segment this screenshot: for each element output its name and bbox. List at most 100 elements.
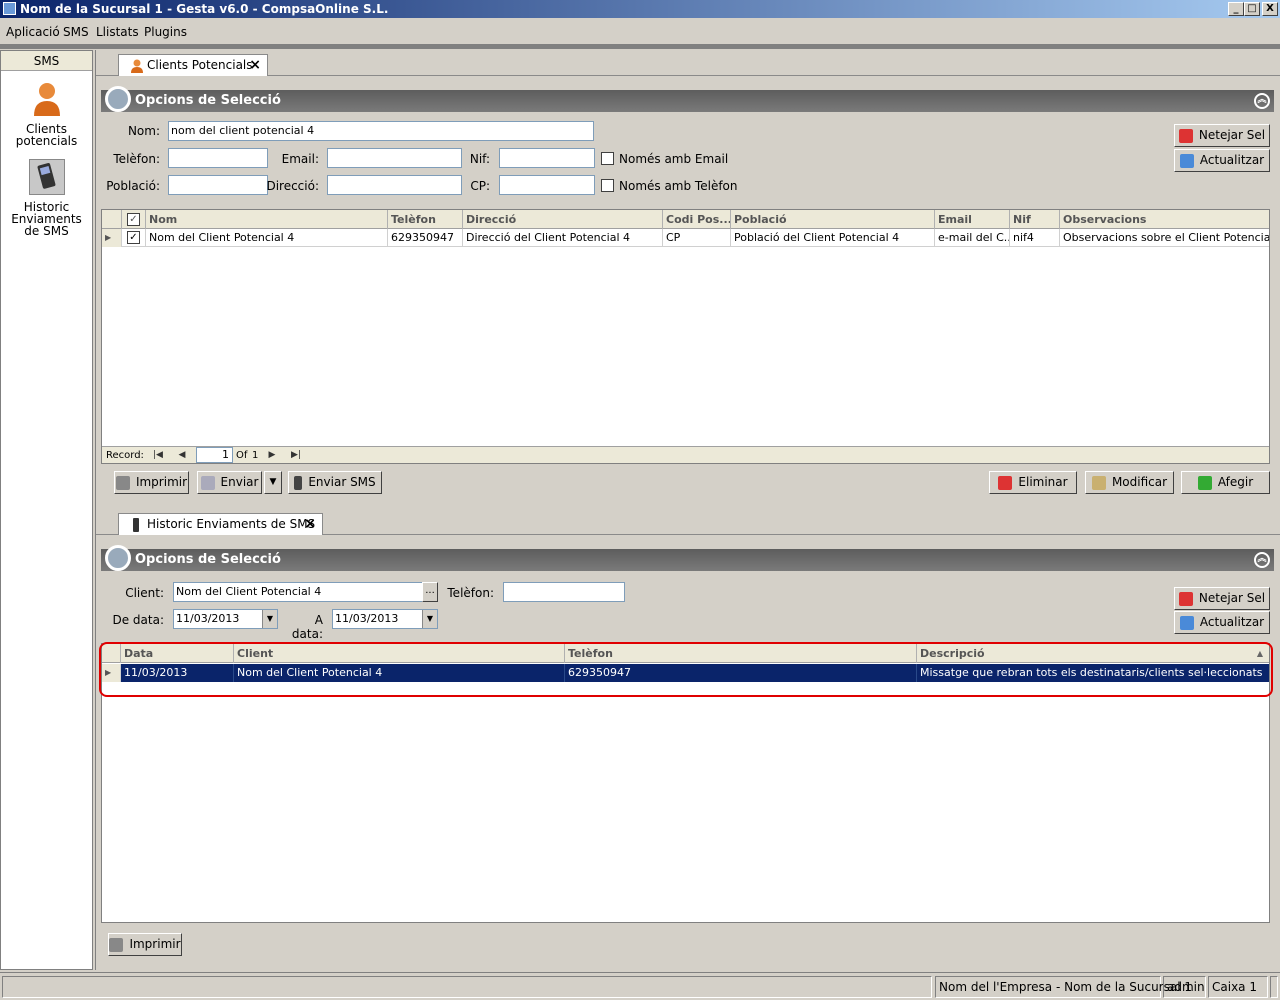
cell-poblacio: Població del Client Potencial 4 (731, 229, 935, 247)
main-panel: Clients Potencials × Opcions de Selecció… (95, 50, 1280, 970)
first-record-icon[interactable]: |◀ (148, 448, 168, 463)
tab-label: Clients Potencials (147, 58, 253, 72)
refresh-icon (1179, 153, 1194, 168)
menu-plugins[interactable]: Plugins (144, 25, 187, 39)
add-button[interactable]: Afegir (1181, 471, 1270, 494)
col-telefon[interactable]: Telèfon (388, 210, 463, 229)
date-value: 11/03/2013 (176, 612, 240, 625)
person-icon (33, 83, 60, 116)
modify-button[interactable]: Modificar (1085, 471, 1174, 494)
refresh-button[interactable]: Actualitzar (1174, 611, 1270, 634)
prev-record-icon[interactable]: ◀ (172, 448, 192, 463)
col-codi-postal[interactable]: Codi Pos... (663, 210, 731, 229)
grid-header: ✓ Nom Telèfon Direcció Codi Pos... Pobla… (102, 210, 1269, 229)
send-sms-button[interactable]: Enviar SMS (288, 471, 382, 494)
tab-label: Historic Enviaments de SMS (147, 517, 316, 531)
refresh-button[interactable]: Actualitzar (1174, 149, 1270, 172)
print-button[interactable]: Imprimir (114, 471, 189, 494)
title-bar: Nom de la Sucursal 1 - Gesta v6.0 - Comp… (0, 0, 1280, 18)
direccio-input[interactable] (327, 175, 462, 195)
status-bar: Nom del l'Empresa - Nom de la Sucursal 1… (0, 972, 1280, 1000)
close-icon[interactable]: × (249, 55, 261, 75)
send-dropdown-button[interactable]: ▼ (264, 471, 282, 494)
cp-input[interactable] (499, 175, 595, 195)
record-label: Record: (106, 450, 144, 461)
client-label: Client: (125, 586, 164, 600)
button-label: Enviar (220, 475, 259, 489)
record-number-input[interactable]: 1 (196, 447, 233, 463)
from-date-picker[interactable]: 11/03/2013 ▼ (173, 609, 278, 629)
to-date-picker[interactable]: 11/03/2013 ▼ (332, 609, 438, 629)
col-email[interactable]: Email (935, 210, 1010, 229)
cell-direccio: Direcció del Client Potencial 4 (463, 229, 663, 247)
next-record-icon[interactable]: ▶ (262, 448, 282, 463)
client-input[interactable]: Nom del Client Potencial 4 (173, 582, 423, 602)
delete-button[interactable]: Eliminar (989, 471, 1077, 494)
clear-selection-button[interactable]: Netejar Sel (1174, 124, 1270, 147)
button-label: Afegir (1217, 475, 1254, 489)
menu-sms[interactable]: SMS (63, 25, 89, 39)
highlight-annotation (99, 642, 1273, 697)
magnifier-icon (105, 545, 131, 571)
nom-input[interactable]: nom del client potencial 4 (168, 121, 594, 141)
tab-clients-potencials[interactable]: Clients Potencials × (118, 54, 268, 76)
printer-icon (109, 937, 124, 952)
collapse-icon[interactable]: ︽ (1254, 93, 1270, 109)
telefon-input[interactable] (503, 582, 625, 602)
poblacio-input[interactable] (168, 175, 268, 195)
from-date-label: De data: (112, 613, 164, 627)
button-label: Actualitzar (1199, 615, 1265, 629)
telefon-input[interactable] (168, 148, 268, 168)
cell-nif: nif4 (1010, 229, 1060, 247)
tab-strip-clients: Clients Potencials × (96, 50, 1280, 76)
col-poblacio[interactable]: Població (731, 210, 935, 229)
tab-historic-sms[interactable]: Historic Enviaments de SMS × (118, 513, 323, 535)
status-cash: Caixa 1 (1208, 976, 1268, 998)
collapse-icon[interactable]: ︽ (1254, 552, 1270, 568)
close-icon[interactable]: × (304, 514, 316, 534)
print-button[interactable]: Imprimir (108, 933, 182, 956)
minimize-button[interactable]: _ (1228, 2, 1244, 16)
client-lookup-button[interactable]: ... (422, 582, 438, 602)
nif-input[interactable] (499, 148, 595, 168)
col-direccio[interactable]: Direcció (463, 210, 663, 229)
status-user: admin (1163, 976, 1206, 998)
restore-button[interactable]: □ (1244, 2, 1260, 16)
button-label: Imprimir (135, 475, 188, 489)
magnifier-icon (105, 86, 131, 112)
only-email-checkbox[interactable] (601, 152, 614, 165)
close-button[interactable]: X (1262, 2, 1278, 16)
row-indicator-header (102, 210, 122, 229)
clear-icon (1178, 128, 1193, 143)
menu-aplicacio[interactable]: Aplicació (6, 25, 60, 39)
status-empty (2, 976, 932, 998)
chevron-down-icon[interactable]: ▼ (422, 610, 437, 628)
menu-llistats[interactable]: Llistats (96, 25, 139, 39)
selection-options-header: Opcions de Selecció ︽ (101, 86, 1274, 112)
last-record-icon[interactable]: ▶| (286, 448, 306, 463)
only-phone-checkbox[interactable] (601, 179, 614, 192)
clear-icon (1178, 591, 1193, 606)
chevron-down-icon[interactable]: ▼ (262, 610, 277, 628)
col-observacions[interactable]: Observacions (1060, 210, 1269, 229)
sidebar-item-clients[interactable]: Clients potencials (1, 81, 92, 147)
printer-icon (115, 475, 130, 490)
envelope-icon (200, 475, 215, 490)
cell-codi-postal: CP (663, 229, 731, 247)
row-checkbox[interactable]: ✓ (127, 231, 140, 244)
person-icon (131, 59, 143, 73)
col-nom[interactable]: Nom (146, 210, 388, 229)
button-label: Actualitzar (1199, 153, 1265, 167)
send-button[interactable]: Enviar (197, 471, 262, 494)
email-input[interactable] (327, 148, 462, 168)
select-all-header: ✓ (122, 210, 146, 229)
sidebar-item-historic[interactable]: Historic Enviaments de SMS (1, 159, 92, 237)
col-nif[interactable]: Nif (1010, 210, 1060, 229)
select-all-checkbox[interactable]: ✓ (127, 213, 140, 226)
direccio-label: Direcció: (266, 179, 319, 193)
sidebar: SMS Clients potencials Historic Enviamen… (0, 50, 93, 970)
refresh-icon (1179, 615, 1194, 630)
table-row[interactable]: ▶ ✓ Nom del Client Potencial 4 629350947… (102, 229, 1269, 247)
clear-selection-button[interactable]: Netejar Sel (1174, 587, 1270, 610)
to-date-label: A data: (291, 613, 323, 641)
